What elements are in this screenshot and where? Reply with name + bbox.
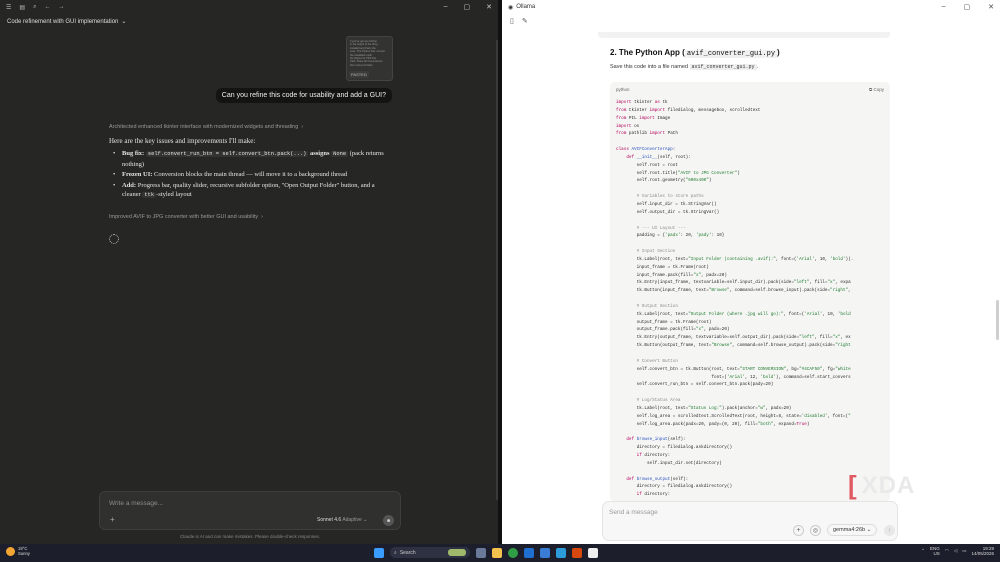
sidebar-icon[interactable]: ▤ bbox=[19, 4, 25, 11]
task-view-icon[interactable] bbox=[476, 547, 486, 558]
search-highlight-icon bbox=[448, 549, 466, 556]
search-icon: ⌕ bbox=[394, 549, 397, 556]
battery-icon[interactable]: ▭ bbox=[962, 548, 966, 554]
windows-start-icon[interactable] bbox=[374, 547, 384, 558]
ollama-composer[interactable]: Send a message + ◎ gemma4:26b ⌄ ↑ bbox=[602, 501, 898, 541]
file-explorer-icon[interactable] bbox=[492, 547, 502, 558]
maximize-icon[interactable]: ▢ bbox=[464, 3, 471, 11]
language-indicator[interactable]: ENG US bbox=[930, 546, 940, 556]
chrome-icon[interactable] bbox=[508, 547, 518, 558]
send-button[interactable]: ↑ bbox=[884, 525, 895, 536]
code-block: python ⧉ Copy import tkinter as tk from … bbox=[610, 82, 890, 502]
code-language: python bbox=[616, 87, 630, 92]
volume-icon[interactable]: ◁ bbox=[954, 548, 957, 554]
app-title: Ollama bbox=[516, 4, 536, 10]
chevron-right-icon: › bbox=[261, 214, 263, 220]
reply-lead: Here are the key issues and improvements… bbox=[109, 137, 256, 145]
attach-icon[interactable]: + bbox=[793, 525, 804, 536]
desktop: ☰ ▤ ⌕ ← → – ▢ ✕ Code refinement with GUI… bbox=[0, 0, 1000, 562]
minimize-icon[interactable]: – bbox=[444, 3, 448, 11]
scrollbar[interactable] bbox=[996, 300, 999, 340]
ollama-window: ◉ Ollama – ▢ ✕ ▯ ✎ 2. The Python App (av… bbox=[502, 0, 1000, 544]
outlook-icon[interactable] bbox=[524, 547, 534, 558]
store-icon[interactable] bbox=[540, 547, 550, 558]
stop-button[interactable]: ■ bbox=[383, 515, 394, 526]
close-icon[interactable]: ✕ bbox=[988, 3, 994, 11]
claude-window: ☰ ▤ ⌕ ← → – ▢ ✕ Code refinement with GUI… bbox=[0, 0, 498, 544]
back-icon[interactable]: ← bbox=[44, 4, 50, 11]
model-selector[interactable]: gemma4:26b ⌄ bbox=[827, 524, 878, 536]
copy-button[interactable]: ⧉ Copy bbox=[869, 87, 884, 92]
disclaimer: Claude is AI and can make mistakes. Plea… bbox=[179, 534, 321, 539]
ollama-message-input[interactable]: Send a message bbox=[609, 509, 658, 516]
thinking-summary[interactable]: Architected enhanced tkinter interface w… bbox=[109, 124, 303, 130]
close-icon[interactable]: ✕ bbox=[486, 3, 492, 11]
list-item: Add: Progress bar, quality slider, recur… bbox=[109, 181, 389, 201]
user-message: Can you refine this code for usability a… bbox=[215, 88, 392, 103]
loading-spinner-icon bbox=[109, 234, 119, 244]
previous-block-edge bbox=[598, 32, 890, 38]
new-chat-icon[interactable]: ✎ bbox=[522, 17, 528, 25]
claude-app-icon[interactable] bbox=[572, 547, 582, 558]
ollama-titlebar: ◉ Ollama – ▢ ✕ bbox=[502, 0, 1000, 14]
section-subtext: Save this code into a file named avif_co… bbox=[610, 64, 759, 70]
chevron-down-icon: ⌄ bbox=[121, 19, 127, 25]
taskbar: 19°C Sunny ⌕ Search ⌃ ENG US ◠ ◁ ▭ 19:29… bbox=[0, 544, 1000, 562]
menu-icon[interactable]: ☰ bbox=[6, 4, 11, 11]
add-attachment-icon[interactable]: + bbox=[110, 515, 115, 524]
maximize-icon[interactable]: ▢ bbox=[964, 3, 971, 11]
ollama-app-icon[interactable] bbox=[588, 547, 598, 558]
message-input[interactable]: Write a message... bbox=[109, 500, 163, 507]
wifi-icon[interactable]: ◠ bbox=[945, 548, 949, 554]
xda-watermark: [ XDA bbox=[848, 470, 916, 500]
ollama-toolbar: ▯ ✎ bbox=[510, 17, 528, 25]
conversation-title[interactable]: Code refinement with GUI implementation … bbox=[7, 18, 127, 26]
chevron-down-icon: ⌄ bbox=[363, 517, 368, 523]
artifact-summary[interactable]: Improved AVIF to JPG converter with bett… bbox=[109, 214, 263, 220]
forward-icon[interactable]: → bbox=[58, 4, 64, 11]
chevron-up-icon[interactable]: ⌃ bbox=[921, 548, 925, 554]
claude-titlebar: ☰ ▤ ⌕ ← → – ▢ ✕ bbox=[0, 0, 498, 14]
search-icon[interactable]: ⌕ bbox=[33, 4, 36, 11]
pasted-badge: PASTED bbox=[349, 71, 369, 78]
taskbar-search[interactable]: ⌕ Search bbox=[390, 547, 470, 558]
clock[interactable]: 19:29 14/05/2026 bbox=[971, 546, 994, 556]
reply-bullet-list: Bug fix: self.convert_run_btn = self.con… bbox=[109, 149, 389, 202]
system-tray: ⌃ ENG US ◠ ◁ ▭ 19:29 14/05/2026 bbox=[921, 546, 994, 556]
xda-logo-icon: [ bbox=[848, 470, 858, 500]
sidebar-toggle-icon[interactable]: ▯ bbox=[510, 17, 514, 25]
section-heading: 2. The Python App (avif_converter_gui.py… bbox=[610, 48, 780, 58]
list-item: Bug fix: self.convert_run_btn = self.con… bbox=[109, 149, 389, 169]
model-selector[interactable]: Sonnet 4.6 Adaptive ⌄ bbox=[317, 517, 367, 523]
web-search-icon[interactable]: ◎ bbox=[810, 525, 821, 536]
todo-icon[interactable] bbox=[556, 547, 566, 558]
taskbar-apps: ⌕ Search bbox=[374, 547, 598, 558]
copy-icon: ⧉ bbox=[869, 87, 873, 92]
pasted-preview-line: Run Convert Folder bbox=[350, 63, 373, 67]
chevron-down-icon: ⌄ bbox=[866, 527, 872, 533]
ollama-logo-icon: ◉ bbox=[508, 4, 514, 11]
weather-widget[interactable]: 19°C Sunny bbox=[6, 546, 30, 556]
chevron-right-icon: › bbox=[301, 124, 304, 130]
message-composer[interactable]: Write a message... + Sonnet 4.6 Adaptive… bbox=[99, 491, 401, 530]
sun-icon bbox=[6, 546, 15, 556]
code-content: import tkinter as tk from tkinter import… bbox=[616, 100, 854, 498]
list-item: Frozen UI: Conversion blocks the main th… bbox=[109, 170, 389, 180]
minimize-icon[interactable]: – bbox=[942, 3, 946, 11]
